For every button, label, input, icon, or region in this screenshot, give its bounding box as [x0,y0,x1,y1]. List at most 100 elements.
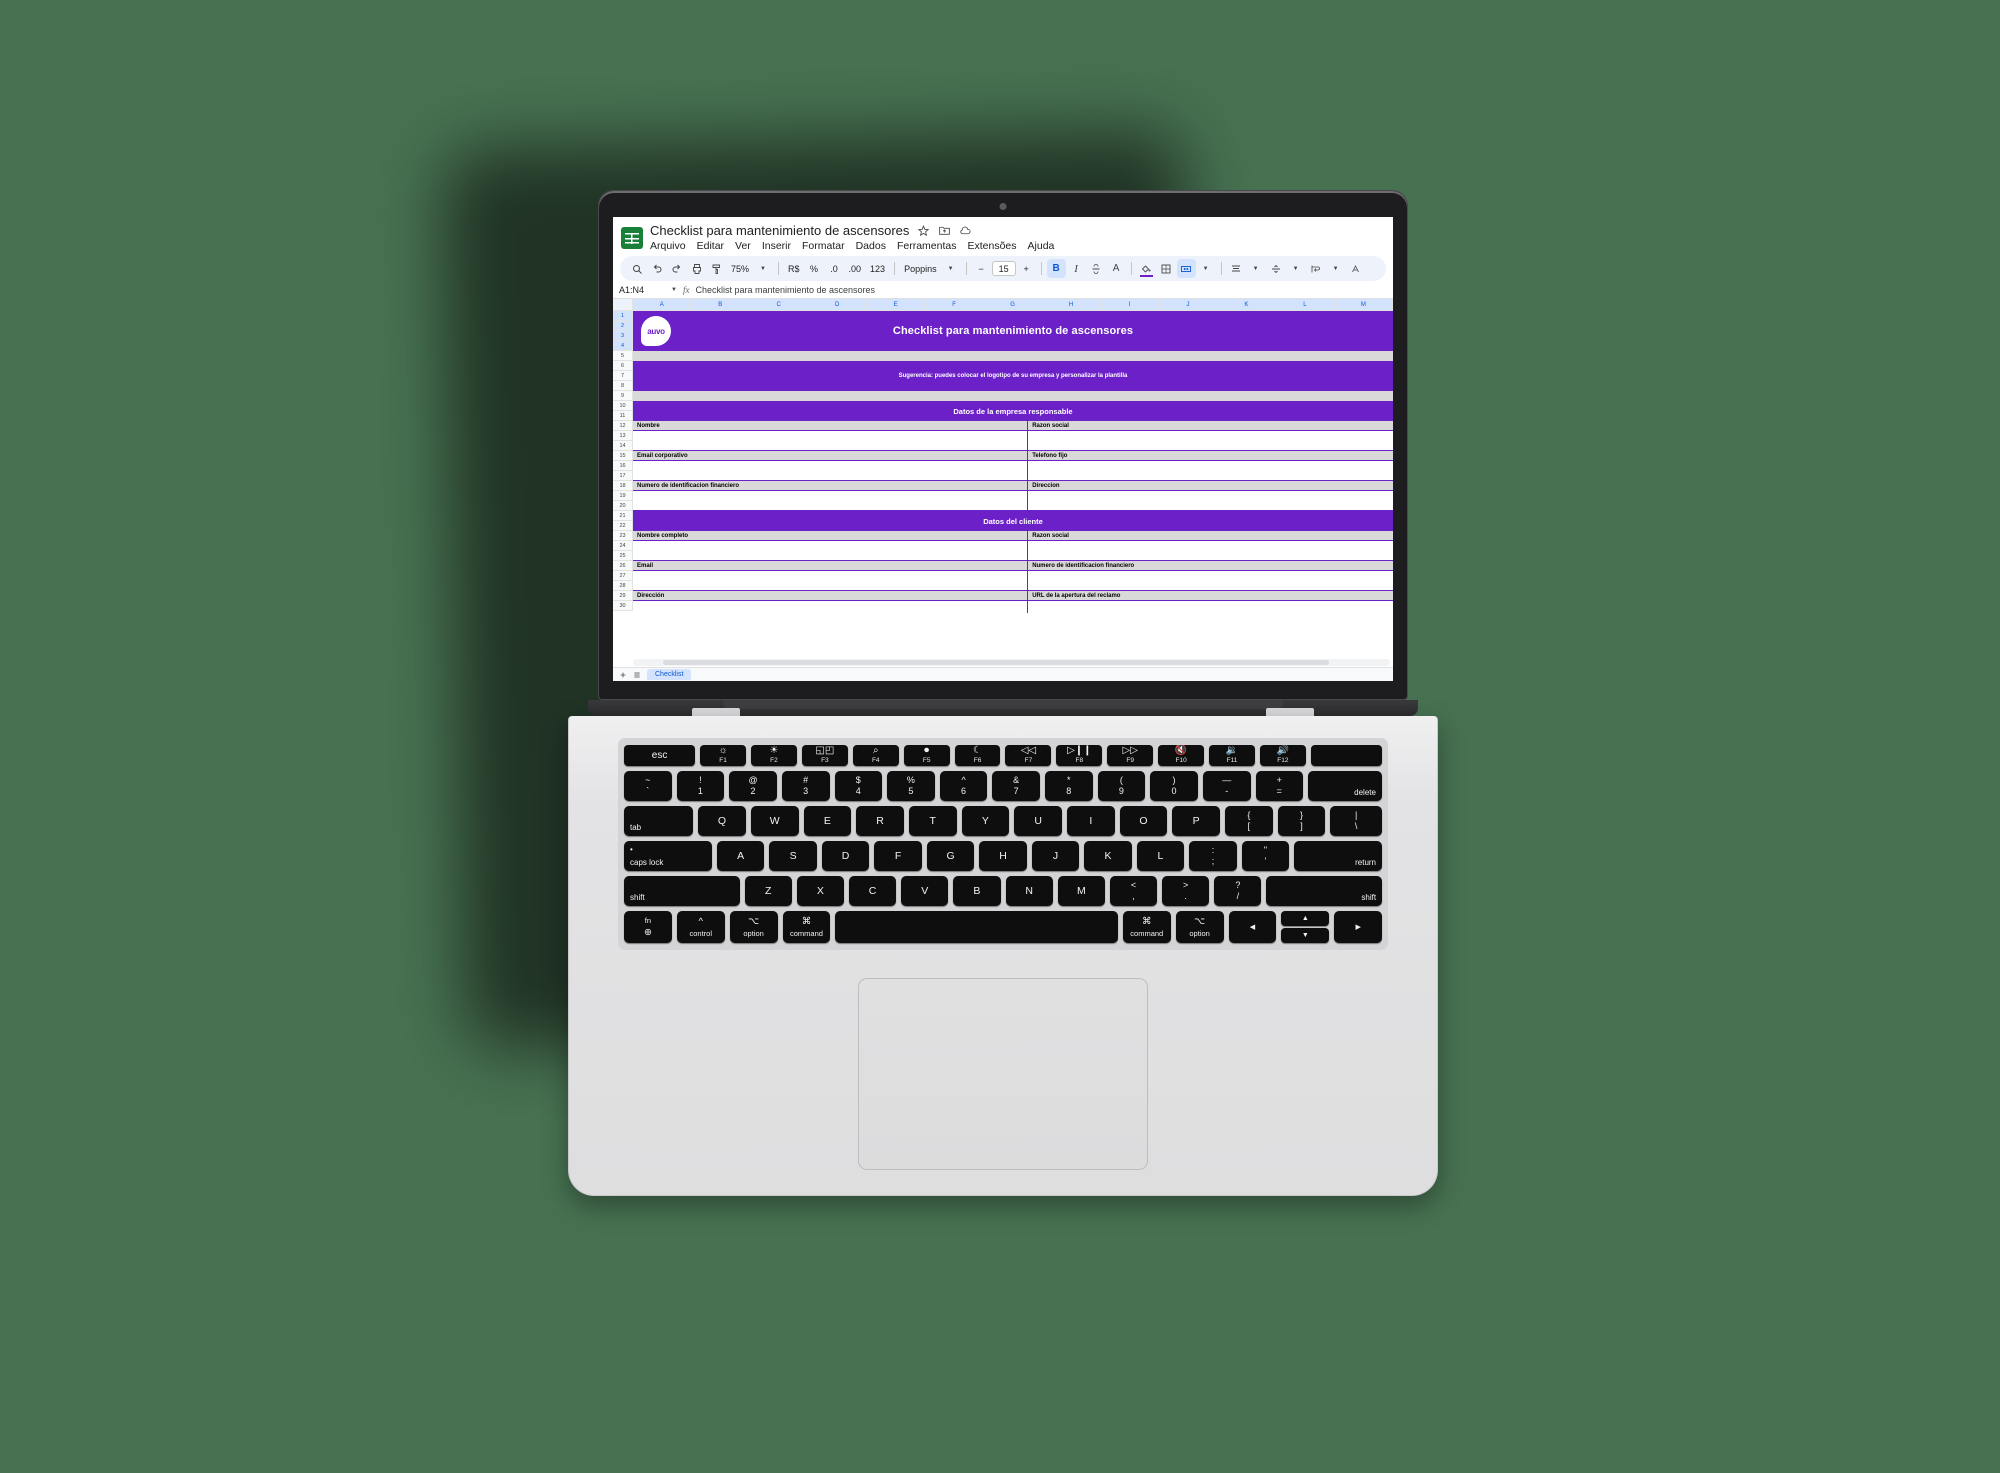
add-sheet-icon[interactable] [619,671,627,679]
row-header-3[interactable]: 3 [613,331,633,341]
key-f3[interactable]: ◱◰ F3 [801,745,848,766]
scrollbar-thumb[interactable] [663,660,1330,665]
row-header-19[interactable]: 19 [613,491,633,501]
column-header-m[interactable]: M [1334,299,1393,311]
key-c[interactable]: C [848,876,897,906]
row-header-12[interactable]: 12 [613,421,633,431]
banner-cell[interactable]: auvo Checklist para mantenimiento de asc… [633,311,1393,351]
key-r[interactable]: R [856,806,904,836]
menu-editar[interactable]: Editar [697,240,724,252]
field-input-row[interactable] [633,461,1393,481]
key-comma[interactable]: <, [1109,876,1158,906]
input-cell[interactable] [633,541,1029,561]
halign-chevron-down-icon[interactable]: ▼ [1247,259,1266,278]
key-m[interactable]: M [1057,876,1105,906]
document-title[interactable]: Checklist para mantenimiento de ascensor… [650,223,909,238]
key-bracket-right[interactable]: }] [1277,806,1326,836]
field-input-row[interactable] [633,571,1393,591]
spacer-cell[interactable] [633,391,1393,401]
key-backtick[interactable]: ~ ` [624,771,672,801]
field-label-row[interactable]: Email Numero de identificacion financier… [633,561,1393,571]
font-name-selector[interactable]: Poppins [900,259,941,278]
search-icon[interactable] [627,259,646,278]
key-b[interactable]: B [953,876,1001,906]
row-header-27[interactable]: 27 [613,571,633,581]
key-left-command[interactable]: ⌘ command [782,911,831,943]
key-space[interactable] [835,911,1118,943]
increase-font-size-button[interactable]: + [1017,259,1036,278]
percent-format-button[interactable]: % [805,259,824,278]
key-f12[interactable]: 🔊 F12 [1259,745,1306,766]
key-h[interactable]: H [979,841,1027,871]
key-1[interactable]: ! 1 [676,771,725,801]
star-icon[interactable] [917,224,930,237]
key-u[interactable]: U [1014,806,1062,836]
key-n[interactable]: N [1005,876,1053,906]
key-o[interactable]: O [1119,806,1168,836]
key-f6[interactable]: ☾ F6 [954,745,1001,766]
input-cell[interactable] [1028,431,1393,451]
bold-button[interactable]: B [1046,259,1066,278]
label-cell[interactable]: URL de la apertura del reclamo [1028,591,1393,601]
key-quote[interactable]: " ' [1241,841,1290,871]
increase-decimal-button[interactable]: .00 [845,259,866,278]
touch-id-key[interactable] [1310,745,1382,766]
menu-formatar[interactable]: Formatar [802,240,845,252]
key-l[interactable]: L [1136,841,1185,871]
key-a[interactable]: A [716,841,765,871]
key-f2[interactable]: ☀ F2 [751,745,797,766]
column-header-d[interactable]: D [808,299,867,311]
key-g[interactable]: G [926,841,975,871]
row-header-22[interactable]: 22 [613,521,633,531]
input-cell[interactable] [1028,491,1393,511]
key-tab[interactable]: tab [624,806,694,836]
column-header-c[interactable]: C [749,299,809,311]
key-right-option[interactable]: ⌥ option [1175,911,1224,943]
key-bracket-left[interactable]: {[ [1225,806,1273,836]
key-k[interactable]: K [1084,841,1132,871]
menu-ferramentas[interactable]: Ferramentas [897,240,957,252]
valign-chevron-down-icon[interactable]: ▼ [1287,259,1306,278]
key-right-command[interactable]: ⌘ command [1122,911,1171,943]
label-cell[interactable]: Dirección [633,591,1029,601]
field-label-row[interactable]: Dirección URL de la apertura del reclamo [633,591,1393,601]
menu-ajuda[interactable]: Ajuda [1028,240,1055,252]
key-p[interactable]: P [1172,806,1221,836]
key-i[interactable]: I [1066,806,1115,836]
key-v[interactable]: V [901,876,949,906]
column-header-b[interactable]: B [691,299,750,311]
text-rotation-icon[interactable] [1347,259,1366,278]
key-z[interactable]: Z [744,876,792,906]
strikethrough-button[interactable] [1087,259,1106,278]
input-cell[interactable] [633,491,1029,511]
redo-icon[interactable] [667,259,686,278]
column-header-i[interactable]: I [1100,299,1160,311]
key-period[interactable]: >. [1162,876,1210,906]
input-cell[interactable] [633,571,1029,591]
formula-input[interactable]: Checklist para mantenimiento de ascensor… [695,285,875,295]
row-header-4[interactable]: 4 [613,341,633,351]
spreadsheet-grid[interactable]: A B C D E F G H I J K L M 1 2 3 4 5 6 7 … [613,299,1393,681]
select-all-corner[interactable] [613,299,633,311]
all-sheets-icon[interactable] [633,671,641,679]
vertical-align-icon[interactable] [1267,259,1286,278]
label-cell[interactable]: Telefono fijo [1028,451,1393,461]
key-right-shift[interactable]: shift [1266,876,1383,906]
row-header-28[interactable]: 28 [613,581,633,591]
key-9[interactable]: (9 [1097,771,1146,801]
name-box-chevron-down-icon[interactable]: ▼ [671,287,677,293]
key-arrow-left[interactable]: ◀ [1228,911,1277,943]
spacer-row[interactable] [633,391,1393,401]
row-header-29[interactable]: 29 [613,591,633,601]
key-arrow-up[interactable]: ▲ [1281,911,1330,926]
row-header-18[interactable]: 18 [613,481,633,491]
input-cell[interactable] [633,461,1029,481]
input-cell[interactable] [1028,541,1393,561]
merge-chevron-down-icon[interactable]: ▼ [1197,259,1216,278]
key-esc[interactable]: esc [624,745,696,766]
key-f10[interactable]: 🔇 F10 [1158,745,1205,766]
key-y[interactable]: Y [961,806,1010,836]
row-header-2[interactable]: 2 [613,321,633,331]
row-header-16[interactable]: 16 [613,461,633,471]
function-icon[interactable]: fx [683,285,690,295]
